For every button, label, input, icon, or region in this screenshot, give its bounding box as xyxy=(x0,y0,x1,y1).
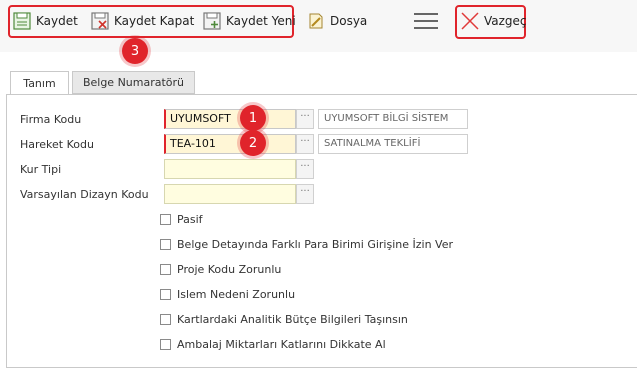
cancel-icon xyxy=(460,11,480,31)
save-button[interactable]: Kaydet xyxy=(12,10,78,32)
hamburger-menu-icon[interactable] xyxy=(414,13,438,31)
tab-belge-numaratoru[interactable]: Belge Numaratörü xyxy=(72,71,195,94)
annotation-badge-1: 1 xyxy=(240,105,266,131)
file-icon xyxy=(306,11,326,31)
firma-kodu-lookup-button[interactable]: ··· xyxy=(296,109,314,129)
varsayilan-dizayn-input[interactable] xyxy=(164,184,296,204)
checkbox-farkli-para-birimi[interactable]: Belge Detayında Farklı Para Birimi Giriş… xyxy=(160,238,453,251)
firma-kodu-description: UYUMSOFT BİLGİ SİSTEM xyxy=(318,109,468,129)
checkbox-analitik-butce[interactable]: Kartlardaki Analitik Bütçe Bilgileri Taş… xyxy=(160,313,408,326)
checkbox-box[interactable] xyxy=(160,289,171,300)
hareket-kodu-description: SATINALMA TEKLİFİ xyxy=(318,134,468,154)
save-label: Kaydet xyxy=(36,14,78,28)
file-label: Dosya xyxy=(330,14,368,28)
save-close-button[interactable]: Kaydet Kapat xyxy=(90,10,194,32)
checkbox-label: Islem Nedeni Zorunlu xyxy=(177,288,296,301)
checkbox-box[interactable] xyxy=(160,239,171,250)
checkbox-label: Pasif xyxy=(177,213,203,226)
checkbox-box[interactable] xyxy=(160,264,171,275)
checkbox-label: Kartlardaki Analitik Bütçe Bilgileri Taş… xyxy=(177,313,408,326)
tab-tanim[interactable]: Tanım xyxy=(10,71,69,95)
file-button[interactable]: Dosya xyxy=(306,10,367,32)
kur-tipi-label: Kur Tipi xyxy=(20,163,62,176)
toolbar: Kaydet Kaydet Kapat Kaydet Yeni Dosya Va… xyxy=(0,0,637,52)
checkbox-proje-kodu-zorunlu[interactable]: Proje Kodu Zorunlu xyxy=(160,263,281,276)
checkbox-box[interactable] xyxy=(160,339,171,350)
checkbox-box[interactable] xyxy=(160,314,171,325)
save-close-label: Kaydet Kapat xyxy=(114,14,195,28)
kur-tipi-input[interactable] xyxy=(164,159,296,179)
cancel-label: Vazgeç xyxy=(484,14,527,28)
hareket-kodu-label: Hareket Kodu xyxy=(20,138,94,151)
checkbox-pasif[interactable]: Pasif xyxy=(160,213,203,226)
kur-tipi-lookup-button[interactable]: ··· xyxy=(296,159,314,179)
save-new-icon xyxy=(202,11,222,31)
checkbox-box[interactable] xyxy=(160,214,171,225)
checkbox-label: Belge Detayında Farklı Para Birimi Giriş… xyxy=(177,238,453,251)
checkbox-label: Ambalaj Miktarları Katlarını Dikkate Al xyxy=(177,338,386,351)
checkbox-ambalaj-miktarlari[interactable]: Ambalaj Miktarları Katlarını Dikkate Al xyxy=(160,338,386,351)
hareket-kodu-input[interactable]: TEA-101 xyxy=(164,134,296,154)
hareket-kodu-lookup-button[interactable]: ··· xyxy=(296,134,314,154)
annotation-badge-3: 3 xyxy=(122,38,148,64)
firma-kodu-input[interactable]: UYUMSOFT xyxy=(164,109,296,129)
varsayilan-dizayn-label: Varsayılan Dizayn Kodu xyxy=(20,188,149,201)
varsayilan-dizayn-lookup-button[interactable]: ··· xyxy=(296,184,314,204)
annotation-badge-2: 2 xyxy=(240,130,266,156)
save-new-label: Kaydet Yeni xyxy=(226,14,296,28)
save-icon xyxy=(12,11,32,31)
cancel-button[interactable]: Vazgeç xyxy=(460,10,527,32)
checkbox-islem-nedeni-zorunlu[interactable]: Islem Nedeni Zorunlu xyxy=(160,288,295,301)
save-new-button[interactable]: Kaydet Yeni xyxy=(202,10,296,32)
firma-kodu-label: Firma Kodu xyxy=(20,113,82,126)
checkbox-label: Proje Kodu Zorunlu xyxy=(177,263,282,276)
save-close-icon xyxy=(90,11,110,31)
